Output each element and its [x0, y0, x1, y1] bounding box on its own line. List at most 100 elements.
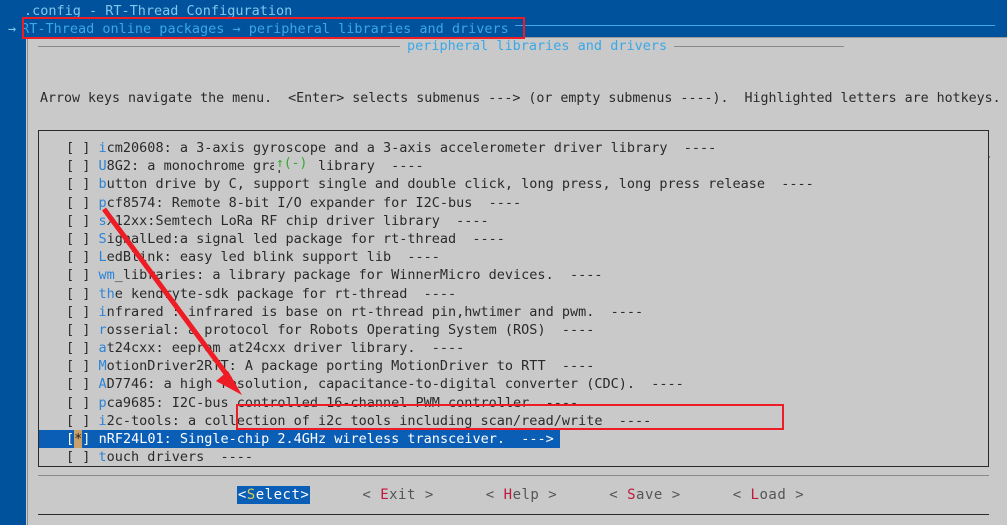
menu-item-label: otionDriver2RTT: A package porting Motio… [106, 358, 595, 375]
button-oad[interactable]: < Load > [733, 486, 804, 504]
menu-item[interactable]: [ ] rosserial: a protocol for Robots Ope… [39, 321, 988, 339]
button-bar: <Select> < Exit > < Help > < Save > < Load > [38, 475, 989, 515]
button-label: xit [389, 486, 416, 503]
breadcrumb-rule [514, 24, 995, 26]
menu-list[interactable]: [ ] icm20608: a 3-axis gyroscope and a 3… [38, 130, 989, 467]
menu-item[interactable]: [ ] lcd drivers ---- [39, 466, 988, 467]
button-label: ave [636, 486, 663, 503]
menu-item-label: nfrared : infrared is base on rt-thread … [106, 303, 644, 320]
menu-item-checkbox[interactable]: [ ] [66, 195, 90, 211]
menu-item-checkbox[interactable]: [ ] [66, 231, 90, 247]
menu-item-label: ignalLed:a signal led package for rt-thr… [106, 230, 505, 247]
menu-item-checkbox[interactable]: [ ] [66, 267, 90, 283]
menu-item[interactable]: [ ] infrared : infrared is base on rt-th… [39, 303, 988, 321]
menu-item[interactable]: [ ] pca9685: I2C-bus controlled 16-chann… [39, 394, 988, 412]
menu-item[interactable]: [ ] i2c-tools: a collection of i2c tools… [39, 412, 988, 430]
menu-item-checkbox[interactable]: [ ] [66, 176, 90, 192]
menu-item-gap [90, 376, 98, 392]
menu-item-label: e kendryte-sdk package for rt-thread ---… [114, 285, 457, 302]
button-hotkey: S [627, 486, 637, 503]
menu-item-checkbox[interactable]: [*] [66, 430, 90, 449]
menu-item-checkbox[interactable]: [ ] [66, 158, 90, 174]
button-elect-select[interactable]: <Select> [236, 485, 311, 505]
button-elp[interactable]: < Help > [486, 486, 557, 504]
menu-item-label: osserial: a protocol for Robots Operatin… [106, 321, 595, 338]
button-label: oad [759, 486, 787, 503]
dialog-title-rule-left [38, 45, 400, 47]
menu-item-hotkey: A [98, 376, 107, 393]
menu-row-wrap: [ ] lcd drivers ---- [39, 466, 988, 467]
menu-item[interactable]: [ ] pcf8574: Remote 8-bit I/O expander f… [39, 194, 988, 212]
menu-item[interactable]: [ ] SignalLed:a signal led package for r… [39, 230, 988, 248]
button-bracket-left: < [362, 486, 381, 503]
button-bracket-right: > [415, 486, 434, 503]
button-bracket-left: < [732, 486, 751, 503]
menu-item-gap [90, 304, 98, 320]
menu-item-label: cm20608: a 3-axis gyroscope and a 3-axis… [106, 140, 717, 156]
breadcrumb-arrow-icon: → [8, 21, 17, 37]
menu-item-label: 2c-tools: a collection of i2c tools incl… [106, 412, 652, 429]
menu-item-gap [90, 358, 98, 374]
menu-item-gap [90, 413, 98, 429]
menu-item-checkbox[interactable]: [ ] [66, 140, 90, 156]
menu-item[interactable]: [ ] button drive by C, support single an… [39, 175, 988, 193]
menu-item-hotkey: i [98, 412, 107, 429]
menu-item-hotkey: s [98, 212, 107, 229]
menu-item-gap [90, 395, 98, 411]
menu-item[interactable]: [ ] AD7746: a high resolution, capacitan… [39, 375, 988, 393]
menu-row-wrap: [ ] AD7746: a high resolution, capacitan… [39, 375, 988, 393]
menu-row-wrap: [ ] i2c-tools: a collection of i2c tools… [39, 412, 988, 430]
menu-item-checkbox[interactable]: [ ] [66, 376, 90, 392]
menu-item-hotkey: wm [98, 267, 115, 284]
menu-item-gap [90, 449, 98, 465]
menu-item-checkbox[interactable]: [ ] [66, 395, 90, 411]
menu-item[interactable]: [ ] LedBlink: easy led blink support lib… [39, 248, 988, 266]
menuconfig-dialog: peripheral libraries and drivers Arrow k… [26, 37, 1007, 525]
menu-item-checkbox[interactable]: [ ] [66, 286, 90, 302]
menu-item-label: _libraries: a library package for Winner… [114, 267, 603, 284]
menu-item-checkbox[interactable]: [ ] [66, 213, 90, 229]
menu-item-gap [90, 431, 98, 447]
menu-item-checkbox[interactable]: [ ] [66, 322, 90, 338]
button-ave[interactable]: < Save > [609, 486, 680, 504]
menu-row-wrap: [ ] touch drivers ---- [39, 448, 988, 466]
menu-item-label: RF24L01: Single-chip 2.4GHz wireless tra… [106, 431, 554, 447]
button-bracket-right: > [662, 486, 681, 503]
menu-item[interactable]: [ ] MotionDriver2RTT: A package porting … [39, 357, 988, 375]
menu-item-checkbox[interactable]: [ ] [66, 413, 90, 429]
menu-item[interactable]: [ ] U8G2: a monochrome graphic library -… [39, 157, 988, 175]
menu-item[interactable]: [ ] sx12xx:Semtech LoRa RF chip driver l… [39, 212, 988, 230]
menu-item[interactable]: [ ] touch drivers ---- [39, 448, 988, 466]
button-xit[interactable]: < Exit > [362, 486, 433, 504]
menu-item-checkbox[interactable]: [ ] [66, 449, 90, 465]
window-title: .config - RT-Thread Configuration [24, 3, 293, 19]
menu-item[interactable]: [ ] wm_libraries: a library package for … [39, 266, 988, 284]
menu-item-label: ouch drivers ---- [106, 449, 253, 466]
button-label: elp [512, 486, 540, 503]
button-bracket-left: < [485, 486, 504, 503]
menu-item-hotkey: i [98, 140, 107, 156]
menu-item-checkbox[interactable]: [ ] [66, 249, 90, 265]
menu-item-checkbox[interactable]: [ ] [66, 304, 90, 320]
menu-item-checkbox[interactable]: [ ] [66, 340, 90, 356]
menu-item-hotkey: n [98, 431, 107, 447]
scroll-up-indicator: ↑(-) [274, 156, 310, 171]
menu-item-checkbox[interactable]: [ ] [66, 358, 90, 374]
breadcrumb: → RT-Thread online packages → peripheral… [8, 20, 995, 38]
button-bracket-left: < [237, 486, 247, 503]
button-bracket-right: > [786, 486, 805, 503]
menu-row-wrap: [ ] MotionDriver2RTT: A package porting … [39, 357, 988, 375]
menu-item[interactable]: [ ] icm20608: a 3-axis gyroscope and a 3… [39, 139, 988, 157]
menu-item-selected[interactable]: [*] nRF24L01: Single-chip 2.4GHz wireles… [39, 430, 560, 449]
dialog-inner: peripheral libraries and drivers Arrow k… [27, 38, 1007, 525]
menu-row-wrap: [ ] infrared : infrared is base on rt-th… [39, 303, 988, 321]
menu-item-hotkey: M [98, 358, 107, 375]
help-line-1: Arrow keys navigate the menu. <Enter> se… [40, 91, 1001, 106]
menu-item[interactable]: [ ] the kendryte-sdk package for rt-thre… [39, 285, 988, 303]
menu-row-wrap: [ ] rosserial: a protocol for Robots Ope… [39, 321, 988, 339]
menu-item-gap [90, 249, 98, 265]
button-hotkey: H [503, 486, 513, 503]
menu-item-gap [90, 176, 98, 192]
menu-item[interactable]: [ ] at24cxx: eeprom at24cxx driver libra… [39, 339, 988, 357]
menu-item-label: edBlink: easy led blink support lib ---- [106, 249, 440, 266]
